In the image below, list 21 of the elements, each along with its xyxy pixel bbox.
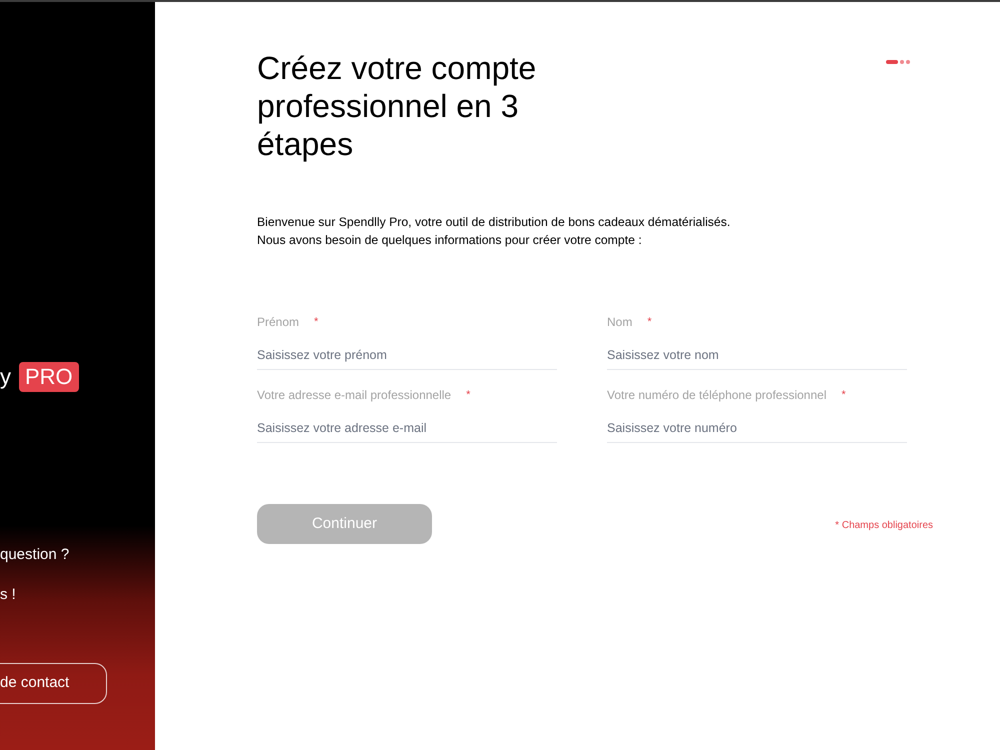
field-label: Votre adresse e-mail professionnelle bbox=[257, 387, 452, 403]
input-field[interactable]: Saisissez votre nom bbox=[607, 340, 907, 370]
required-mark: * bbox=[314, 315, 318, 330]
field-label: Prénom bbox=[257, 314, 300, 330]
contact-button[interactable]: de contact bbox=[0, 663, 107, 704]
field-label: Votre numéro de téléphone professionnel bbox=[607, 387, 826, 403]
required-mark: * bbox=[842, 388, 846, 403]
required-mark: * bbox=[466, 388, 470, 403]
page-title: Créez votre compte professionnel en 3 étapes bbox=[257, 49, 538, 163]
pro-badge: PRO bbox=[19, 362, 79, 392]
required-mark: * bbox=[647, 315, 652, 330]
input-field[interactable]: Saisissez votre prénom bbox=[257, 340, 557, 370]
field-label: Nom bbox=[607, 314, 632, 330]
input-field[interactable]: Saisissez votre numéro bbox=[607, 413, 907, 443]
required-fields-note: * Champs obligatoires bbox=[835, 518, 933, 532]
input-field[interactable]: Saisissez votre adresse e-mail bbox=[257, 413, 557, 443]
help-text: s ! bbox=[0, 585, 16, 605]
logo-text: y bbox=[0, 363, 11, 391]
intro-text: Nous avons besoin de quelques informations pour créer votre compte : bbox=[257, 232, 642, 249]
help-text: question ? bbox=[0, 545, 70, 565]
intro-text: Bienvenue sur Spendlly Pro, votre outil de distribution de bons cadeaux dématérialisés. bbox=[257, 214, 730, 231]
